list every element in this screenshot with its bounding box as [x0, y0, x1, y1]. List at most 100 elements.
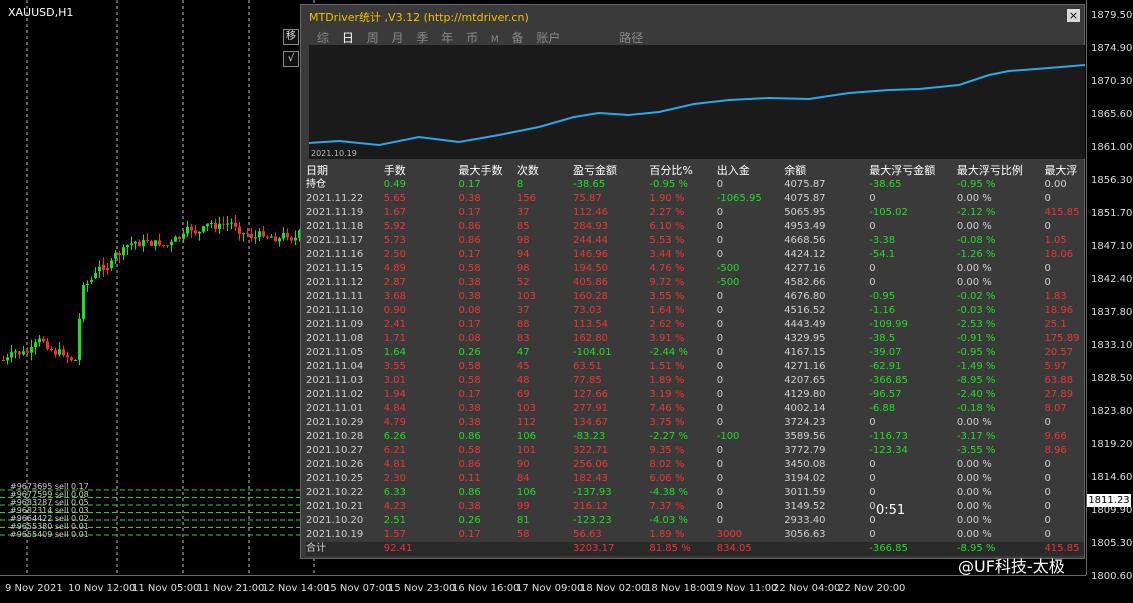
table-cell: 0	[716, 417, 724, 428]
table-cell: 88	[516, 319, 530, 330]
table-cell: 0	[1044, 459, 1051, 470]
table-row: 2021.11.09 2.41 0.17 88 113.54 2.62 % 0 4443.49…	[306, 318, 1084, 332]
price-tick: 1800.60	[1091, 571, 1133, 582]
totals-cell: 合计	[306, 543, 326, 554]
table-cell: -1.16	[869, 305, 896, 316]
table-cell: 0.00 %	[956, 501, 992, 512]
table-cell: 0.86	[458, 221, 481, 232]
table-cell: 182.43	[573, 473, 609, 484]
table-cell: 0.17	[458, 529, 481, 540]
candle-body	[34, 342, 37, 347]
table-cell: -6.88	[869, 403, 896, 414]
totals-cell: 3203.17	[573, 543, 615, 554]
tab-m[interactable]: M	[491, 35, 499, 45]
table-cell: 0	[869, 529, 876, 540]
table-cell: 0	[716, 179, 724, 190]
table-cell: 4002.14	[784, 403, 826, 414]
table-cell: 0	[1044, 473, 1051, 484]
candle-body	[102, 264, 105, 271]
tab-all[interactable]: 综	[317, 29, 329, 46]
totals-cell: -366.85	[869, 543, 908, 554]
price-tick: 1833.10	[1091, 340, 1133, 351]
candle-body	[150, 241, 153, 246]
table-cell: 146.96	[573, 249, 609, 260]
table-cell: 0.17	[458, 207, 481, 218]
candle-body	[58, 349, 61, 355]
table-cell: 0.86	[458, 235, 481, 246]
table-cell: 4167.15	[784, 347, 826, 358]
table-cell: 3.91 %	[649, 333, 685, 344]
tab-month[interactable]: 月	[392, 29, 404, 46]
tab-year[interactable]: 年	[441, 29, 453, 46]
candle-body	[198, 231, 201, 234]
table-row: 2021.10.26 4.81 0.86 90 256.06 8.02 % 0 3450.08…	[306, 458, 1084, 472]
table-cell: 2021.11.09	[306, 319, 364, 330]
table-cell: 0	[716, 221, 724, 232]
close-icon[interactable]: ×	[1067, 9, 1080, 22]
candle-body	[174, 236, 177, 242]
table-cell: 4075.87	[784, 179, 826, 190]
table-cell: 2021.11.10	[306, 305, 364, 316]
table-cell: 0.58	[458, 361, 481, 372]
tab-week[interactable]: 周	[367, 29, 379, 46]
table-cell: 0	[1044, 417, 1051, 428]
col-max-lots: 最大手数	[458, 164, 503, 177]
equity-curve	[309, 45, 1085, 159]
time-tick: 19 Nov 11:00	[710, 583, 778, 594]
table-row: 2021.11.19 1.67 0.17 37 112.46 2.27 % 0 5065.95…	[306, 206, 1084, 220]
table-cell: 2021.10.26	[306, 459, 364, 470]
price-tick: 1874.90	[1091, 43, 1133, 54]
table-cell: 256.06	[573, 459, 609, 470]
candle-body	[30, 346, 33, 353]
candle-body	[42, 338, 45, 342]
table-cell: 0.00 %	[956, 515, 992, 526]
table-cell: 持仓	[306, 179, 326, 190]
order-lines-labels: #9673695 sell 0.17 #9677599 sell 0.08 #9…	[10, 483, 89, 539]
col-max-float-ratio: 最大浮亏比例	[956, 164, 1023, 177]
table-cell: 0	[1044, 221, 1051, 232]
table-cell: 0	[716, 291, 724, 302]
table-cell: 0.86	[458, 459, 481, 470]
tab-notes[interactable]: 备	[512, 29, 524, 46]
tab-path[interactable]: 路径	[619, 29, 643, 46]
table-cell: -2.40 %	[956, 389, 996, 400]
time-tick: 18 Nov 18:00	[645, 583, 713, 594]
table-cell: 4953.49	[784, 221, 826, 232]
table-cell: 2021.11.01	[306, 403, 364, 414]
table-cell: 1.57	[383, 529, 406, 540]
table-cell: 0	[716, 235, 724, 246]
table-row: 2021.11.04 3.55 0.58 45 63.51 1.51 % 0 4271.16 -…	[306, 360, 1084, 374]
candle-body	[26, 351, 29, 353]
candle-body	[246, 233, 249, 235]
move-button[interactable]: 移	[283, 29, 299, 45]
table-cell: 0.00 %	[956, 529, 992, 540]
check-button[interactable]: √	[283, 51, 299, 67]
candle-body	[250, 234, 253, 238]
table-cell: -123.23	[573, 515, 612, 526]
table-cell: -2.53 %	[956, 319, 996, 330]
table-cell: -3.55 %	[956, 445, 996, 456]
table-cell: -0.95 %	[956, 179, 996, 190]
tab-currency[interactable]: 币	[466, 29, 478, 46]
candle-body	[154, 240, 157, 246]
table-cell: 3194.02	[784, 473, 826, 484]
stats-panel[interactable]: MTDriver统计 ,V3.12 (http://mtdriver.cn) ×…	[300, 4, 1085, 559]
candle-body	[98, 266, 101, 272]
table-cell: 0	[716, 333, 724, 344]
table-row: 2021.10.29 4.79 0.38 112 134.67 3.75 % 0 3724.2…	[306, 416, 1084, 430]
tab-account[interactable]: 账户	[536, 29, 560, 46]
candle-body	[54, 350, 57, 355]
table-cell: 2021.10.28	[306, 431, 364, 442]
candle-body	[122, 247, 125, 256]
tab-day[interactable]: 日	[342, 29, 354, 46]
table-row: 2021.11.18 5.92 0.86 85 284.93 6.10 % 0 4953.49…	[306, 220, 1084, 234]
candle-body	[258, 231, 261, 238]
candle-body	[230, 222, 233, 224]
tab-quarter[interactable]: 季	[416, 29, 428, 46]
table-cell: -4.03 %	[649, 515, 688, 526]
table-cell: 0	[869, 193, 876, 204]
time-tick: 12 Nov 14:00	[262, 583, 330, 594]
table-cell: 5.97	[1044, 361, 1067, 372]
table-cell: 134.67	[573, 417, 609, 428]
totals-cell: 834.05	[716, 543, 752, 554]
